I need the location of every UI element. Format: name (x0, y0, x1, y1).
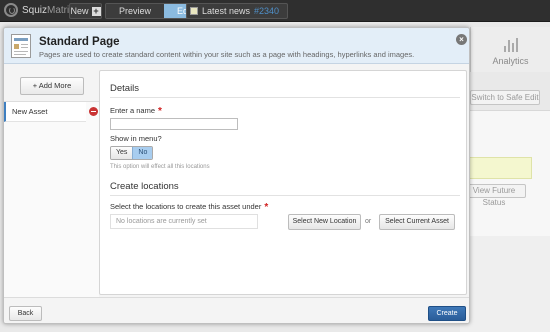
name-label: Enter a name * (110, 106, 162, 117)
view-future-status-button[interactable]: View Future Status (462, 184, 526, 207)
latest-news-label: Latest news (202, 6, 251, 16)
standard-page-icon (11, 34, 31, 58)
new-button[interactable]: New + (69, 3, 102, 19)
add-more-button[interactable]: + Add More (20, 77, 84, 95)
new-button-label: New (70, 6, 89, 16)
notice-box (460, 157, 532, 179)
analytics-icon (471, 36, 550, 52)
locations-field[interactable]: No locations are currently set (110, 214, 258, 229)
asset-list: New Asset (4, 101, 99, 297)
select-locations-label: Select the locations to create this asse… (110, 202, 269, 213)
asset-form-panel: Details Enter a name * Show in menu? Yes … (99, 70, 467, 295)
details-heading: Details (110, 83, 140, 94)
preview-tab[interactable]: Preview (106, 4, 165, 18)
or-label: or (365, 218, 372, 225)
top-toolbar: SquizMatrix New + Preview Edit Latest ne… (0, 0, 550, 22)
background-panel-lower (460, 236, 550, 332)
news-icon (190, 7, 198, 15)
required-icon: * (158, 106, 162, 117)
dialog-subtitle: Pages are used to create standard conten… (39, 50, 415, 59)
latest-news-button[interactable]: Latest news #2340 (186, 3, 288, 19)
remove-icon[interactable] (89, 107, 98, 116)
dialog-header: Standard Page Pages are used to create s… (4, 28, 469, 64)
close-icon[interactable]: × (456, 34, 467, 45)
show-in-menu-hint: This option will effect all this locatio… (110, 164, 210, 170)
divider (110, 195, 460, 196)
logo[interactable]: SquizMatrix (4, 3, 74, 17)
select-new-location-button[interactable]: Select New Location (288, 214, 361, 230)
list-item[interactable]: New Asset (4, 102, 86, 122)
select-current-asset-button[interactable]: Select Current Asset (379, 214, 455, 230)
plus-icon: + (91, 5, 101, 16)
create-asset-dialog: Standard Page Pages are used to create s… (3, 27, 470, 324)
no-option[interactable]: No (132, 147, 153, 159)
latest-news-id: #2340 (254, 6, 280, 16)
yes-option[interactable]: Yes (111, 147, 133, 159)
analytics-tab[interactable]: Analytics (470, 27, 550, 72)
show-in-menu-toggle: Yes No (110, 146, 154, 160)
back-button[interactable]: Back (9, 306, 42, 321)
create-locations-heading: Create locations (110, 181, 179, 192)
show-in-menu-label: Show in menu? (110, 134, 162, 143)
dialog-title: Standard Page (39, 36, 120, 48)
asset-item-label: New Asset (12, 107, 48, 116)
required-icon: * (264, 202, 269, 213)
name-input[interactable] (110, 118, 238, 130)
create-button[interactable]: Create (428, 306, 466, 321)
switch-to-safe-edit-button[interactable]: Switch to Safe Edit (470, 90, 540, 105)
logo-text: SquizMatrix (22, 4, 75, 16)
squiz-logo-icon (4, 3, 18, 17)
analytics-label: Analytics (492, 56, 529, 66)
dialog-footer: Back Create (4, 297, 469, 323)
divider (110, 97, 460, 98)
